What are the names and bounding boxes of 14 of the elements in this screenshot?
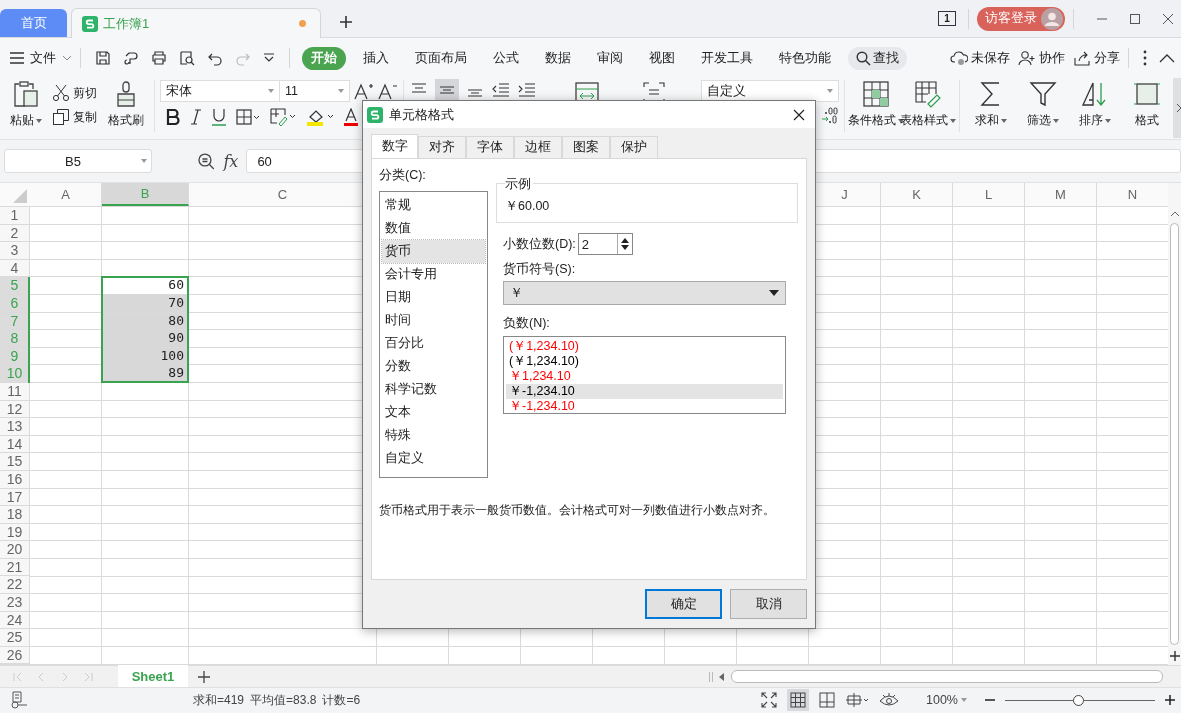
status-statistic: 计数=6 <box>322 691 361 709</box>
format-description: 货币格式用于表示一般货币数值。会计格式可对一列数值进行小数点对齐。 <box>379 502 776 519</box>
decimals-label: 小数位数(D): <box>503 235 576 253</box>
dialog-title: 单元格格式 <box>389 105 454 124</box>
negative-numbers-label: 负数(N): <box>503 315 551 332</box>
status-statistic: 平均值=83.8 <box>250 691 317 709</box>
table-cell: 60 <box>102 277 189 295</box>
table-cell: 90 <box>102 330 189 348</box>
category-label: 分类(C): <box>379 167 427 184</box>
sample-value: ￥60.00 <box>505 199 550 213</box>
currency-symbol-label: 货币符号(S): <box>503 261 577 278</box>
sample-label: 示例 <box>505 176 533 193</box>
tab-title: 工作簿1 <box>103 14 151 33</box>
status-statistic: 求和=419 <box>193 691 245 709</box>
